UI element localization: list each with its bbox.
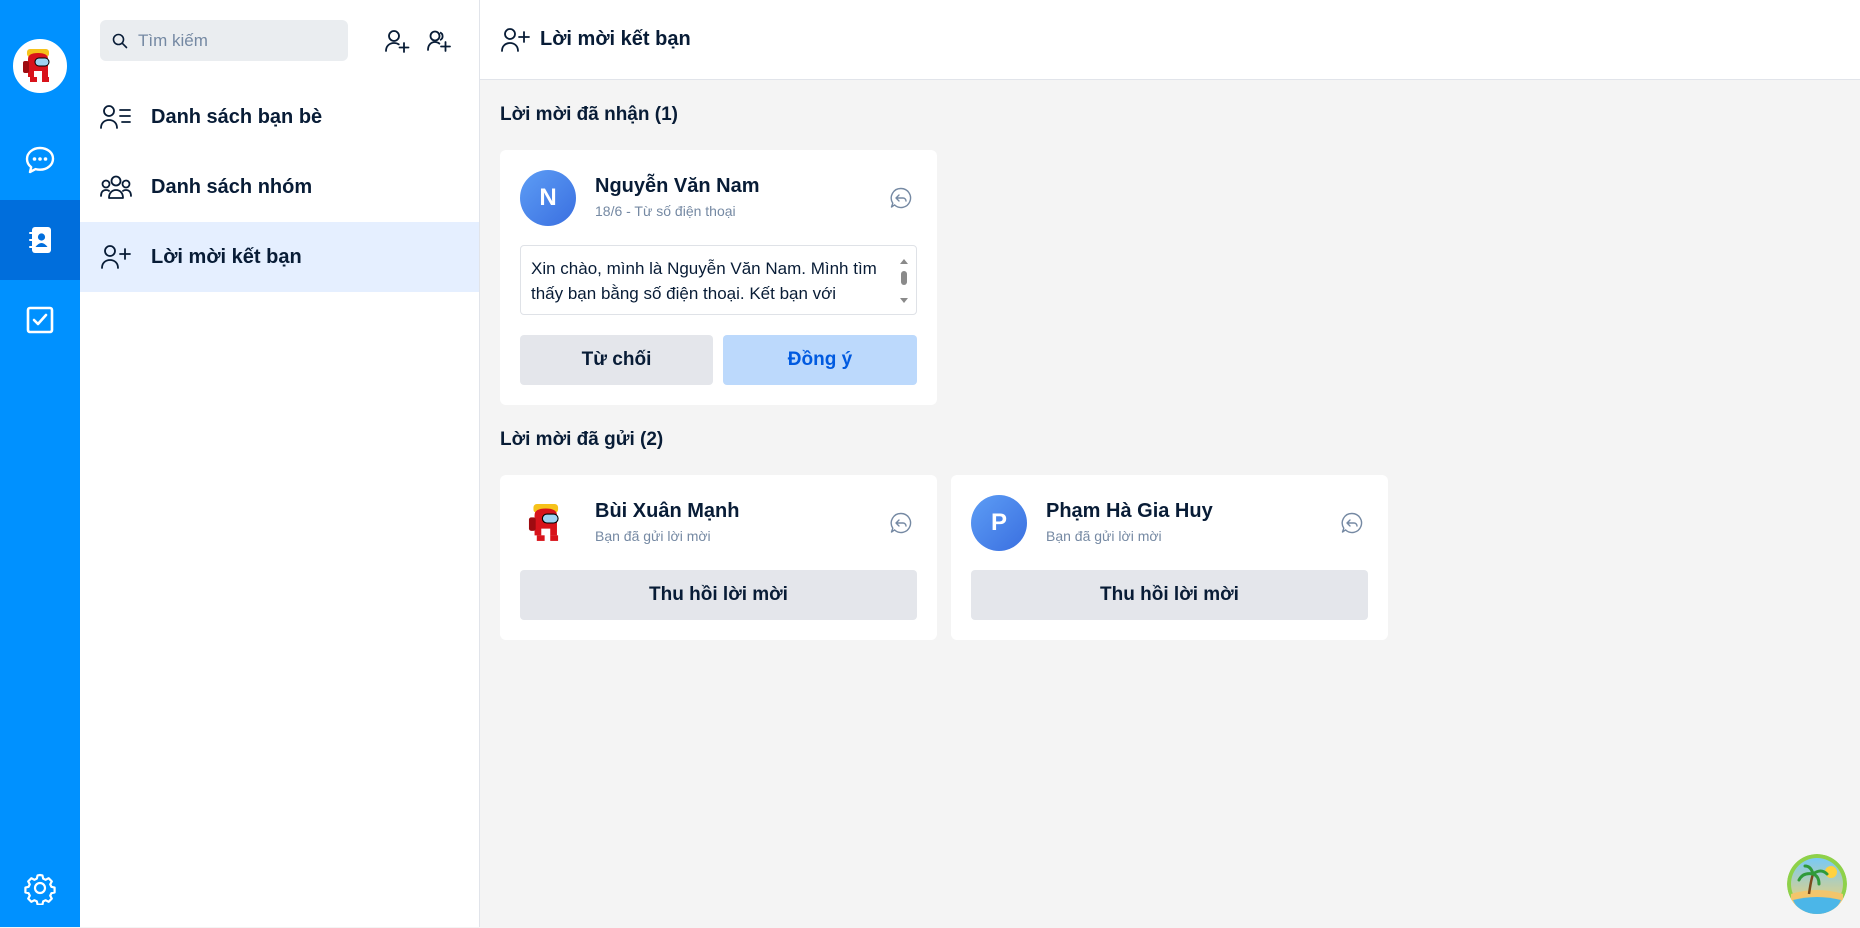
gear-icon (24, 873, 56, 905)
page-title: Lời mời kết bạn (540, 28, 691, 50)
received-section-title: Lời mời đã nhận (1) (500, 104, 678, 125)
sent-request-card: P Phạm Hà Gia Huy Bạn đã gửi lời mời Thu… (951, 475, 1388, 640)
recall-request-button[interactable]: Thu hồi lời mời (520, 570, 917, 620)
avatar[interactable]: N (520, 170, 576, 226)
contact-book-icon (29, 227, 51, 253)
main-header: Lời mời kết bạn (480, 0, 1860, 80)
friend-list-icon (100, 102, 136, 132)
rail-contacts-button[interactable] (0, 200, 80, 280)
contacts-sidebar: Danh sách bạn bè Danh sách nhóm Lời mời … (80, 0, 480, 927)
message-icon[interactable] (1340, 511, 1364, 535)
message-icon[interactable] (889, 511, 913, 535)
avatar[interactable]: P (971, 495, 1027, 551)
create-group-button[interactable] (422, 24, 456, 58)
search-box[interactable] (100, 20, 348, 61)
request-status: Bạn đã gửi lời mời (595, 528, 711, 544)
request-message-box[interactable]: Xin chào, mình là Nguyễn Văn Nam. Mình t… (520, 245, 917, 315)
avatar[interactable] (520, 495, 576, 551)
beach-island-icon (1787, 854, 1847, 914)
group-list-icon (100, 172, 136, 202)
add-friend-icon (501, 27, 530, 52)
sender-name: Nguyễn Văn Nam (595, 175, 760, 197)
floating-widget-button[interactable] (1787, 854, 1847, 914)
recall-request-button[interactable]: Thu hồi lời mời (971, 570, 1368, 620)
chat-bubble-icon (25, 146, 55, 174)
sidebar-item-label: Lời mời kết bạn (151, 245, 302, 268)
among-us-avatar-icon (23, 49, 50, 82)
sidebar-item-label: Danh sách bạn bè (151, 105, 323, 128)
rail-messages-button[interactable] (0, 120, 80, 200)
recipient-name: Bùi Xuân Mạnh (595, 500, 740, 522)
request-info: 18/6 - Từ số điện thoại (595, 203, 736, 219)
sent-request-card: Bùi Xuân Mạnh Bạn đã gửi lời mời Thu hồi… (500, 475, 937, 640)
rail-todo-button[interactable] (0, 280, 80, 360)
add-group-icon (427, 30, 451, 52)
sidebar-item-group-list[interactable]: Danh sách nhóm (80, 152, 479, 222)
sent-section-title: Lời mời đã gửi (2) (500, 429, 664, 450)
message-icon[interactable] (889, 186, 913, 210)
add-friend-icon (100, 242, 136, 272)
reject-button[interactable]: Từ chối (520, 335, 713, 385)
received-request-card: N Nguyễn Văn Nam 18/6 - Từ số điện thoại… (500, 150, 937, 405)
checkbox-icon (26, 306, 54, 334)
rail-settings-button[interactable] (0, 848, 80, 928)
add-friend-button[interactable] (380, 24, 414, 58)
request-status: Bạn đã gửi lời mời (1046, 528, 1162, 544)
add-friend-icon (385, 30, 410, 53)
sidebar-item-label: Danh sách nhóm (151, 175, 313, 198)
sidebar-item-friend-requests[interactable]: Lời mời kết bạn (80, 222, 479, 292)
among-us-avatar-icon (528, 503, 559, 541)
request-message: Xin chào, mình là Nguyễn Văn Nam. Mình t… (531, 259, 877, 303)
search-input[interactable] (136, 20, 340, 61)
scrollbar[interactable] (899, 258, 909, 304)
sidebar-item-friend-list[interactable]: Danh sách bạn bè (80, 82, 479, 152)
user-avatar[interactable] (13, 39, 67, 93)
accept-button[interactable]: Đồng ý (723, 335, 917, 385)
search-icon (112, 33, 128, 48)
recipient-name: Phạm Hà Gia Huy (1046, 500, 1213, 522)
app-rail (0, 0, 80, 927)
